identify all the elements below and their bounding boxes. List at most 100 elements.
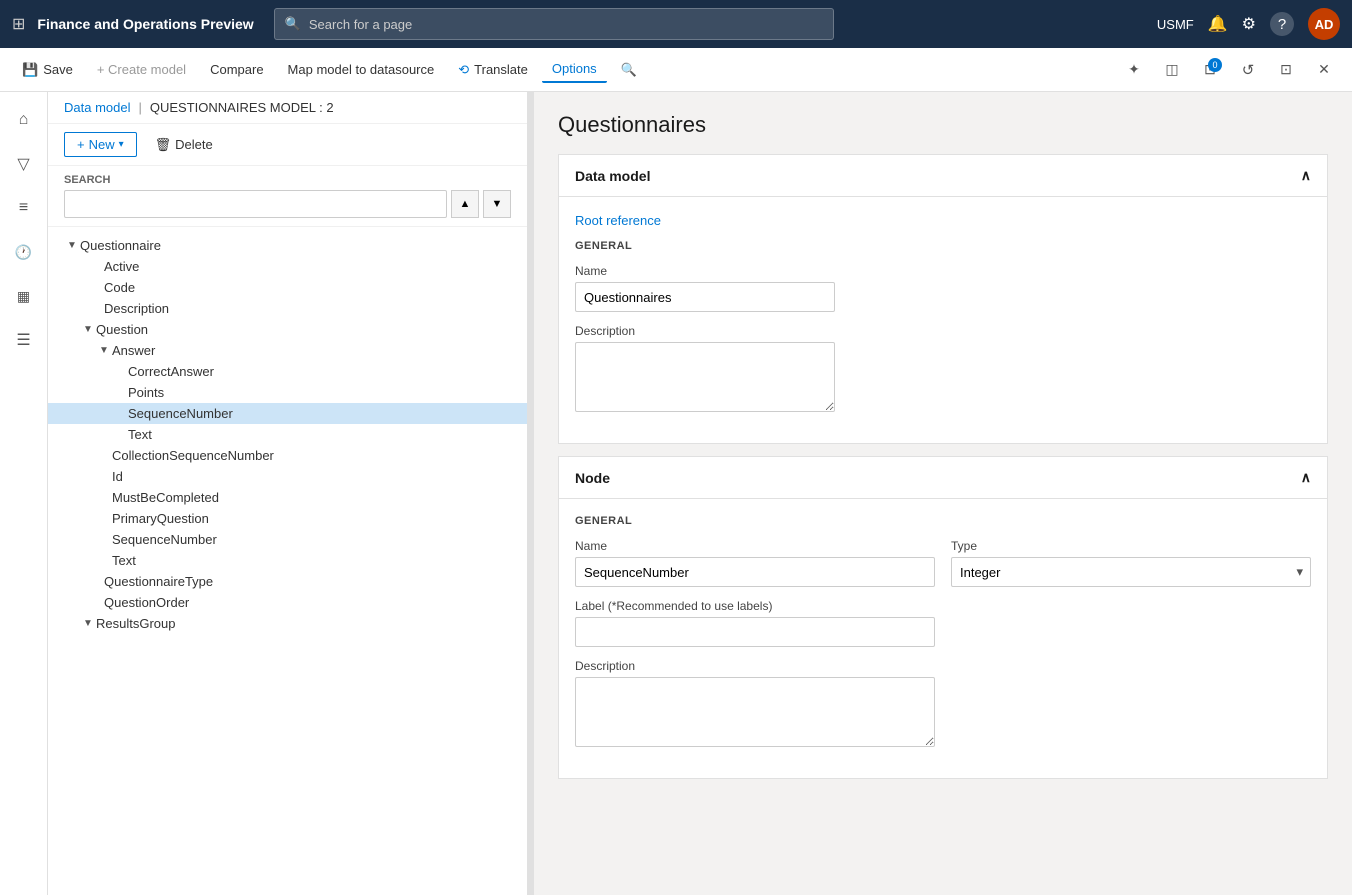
node-right-col: Type Integer String Boolean Real Date Da… — [951, 539, 1311, 762]
search-up-button[interactable]: ▲ — [451, 190, 479, 218]
global-search[interactable]: 🔍 Search for a page — [274, 8, 834, 40]
tree-item-collectionsequencenumber[interactable]: CollectionSequenceNumber — [48, 445, 527, 466]
node-collapse-icon: ∧ — [1301, 469, 1311, 486]
node-section-header[interactable]: Node ∧ — [559, 457, 1327, 499]
node-type-select[interactable]: Integer String Boolean Real Date DateTim… — [951, 557, 1311, 587]
menu-icon-button[interactable]: ≡ — [4, 188, 44, 228]
gear-icon[interactable]: ⚙ — [1242, 14, 1256, 34]
toggle-questionnaire[interactable]: ▼ — [64, 240, 80, 251]
options-button[interactable]: Options — [542, 56, 607, 83]
table-icon-button[interactable]: ▦ — [4, 276, 44, 316]
translate-button[interactable]: ⟲ Translate — [448, 57, 538, 83]
create-model-button[interactable]: + Create model — [87, 57, 196, 82]
node-label-label: Label (*Recommended to use labels) — [575, 599, 935, 613]
data-model-name-group: Name — [575, 264, 1311, 312]
search-placeholder: Search for a page — [309, 17, 412, 32]
toolbar-search-icon: 🔍 — [621, 62, 637, 78]
tree-item-questionnaire[interactable]: ▼ Questionnaire — [48, 235, 527, 256]
toolbar-right-actions: ✦ ◫ ⊡ 0 ↺ ⊡ ✕ — [1118, 54, 1340, 86]
tree-item-question[interactable]: ▼ Question — [48, 319, 527, 340]
map-model-button[interactable]: Map model to datasource — [278, 57, 445, 82]
tree-item-description[interactable]: Description — [48, 298, 527, 319]
node-name-label: Name — [575, 539, 935, 553]
data-model-name-input[interactable] — [575, 282, 835, 312]
tree-item-correctanswer[interactable]: CorrectAnswer — [48, 361, 527, 382]
compare-button[interactable]: Compare — [200, 57, 273, 82]
root-reference-link[interactable]: Root reference — [575, 213, 661, 240]
help-icon[interactable]: ? — [1270, 12, 1294, 36]
node-name-input[interactable] — [575, 557, 935, 587]
close-button[interactable]: ✕ — [1308, 54, 1340, 86]
new-button[interactable]: + New ▾ — [64, 132, 137, 157]
collapse-icon: ∧ — [1301, 167, 1311, 184]
tree-item-text1[interactable]: Text — [48, 424, 527, 445]
breadcrumb-current: QUESTIONNAIRES MODEL : 2 — [150, 100, 334, 115]
node-type-select-wrapper: Integer String Boolean Real Date DateTim… — [951, 557, 1311, 587]
right-panel: Questionnaires Data model ∧ Root referen… — [534, 92, 1352, 895]
tree-item-answer[interactable]: ▼ Answer — [48, 340, 527, 361]
tree-item-resultsgroup[interactable]: ▼ ResultsGroup — [48, 613, 527, 634]
search-label: SEARCH — [64, 174, 511, 186]
search-input-row: ▲ ▼ — [64, 190, 511, 218]
tree-item-sequencenumber-selected[interactable]: SequenceNumber — [48, 403, 527, 424]
tree-item-questionnairetype[interactable]: QuestionnaireType — [48, 571, 527, 592]
save-icon: 💾 — [22, 62, 38, 78]
page-title: Questionnaires — [558, 112, 1328, 138]
user-label: USMF — [1157, 17, 1194, 32]
app-title: Finance and Operations Preview — [37, 16, 253, 32]
tree-item-mustbecompleted[interactable]: MustBeCompleted — [48, 487, 527, 508]
breadcrumb-separator: | — [138, 100, 141, 115]
translate-icon: ⟲ — [458, 62, 469, 78]
search-input[interactable] — [64, 190, 447, 218]
toggle-answer[interactable]: ▼ — [96, 345, 112, 356]
node-description-input[interactable] — [575, 677, 935, 747]
delete-button[interactable]: 🗑 Delete — [145, 133, 223, 157]
toggle-resultsgroup[interactable]: ▼ — [80, 618, 96, 629]
delete-icon: 🗑 — [155, 137, 172, 153]
tree-item-points[interactable]: Points — [48, 382, 527, 403]
tree-item-questionorder[interactable]: QuestionOrder — [48, 592, 527, 613]
tree-item-active[interactable]: Active — [48, 256, 527, 277]
grid-icon[interactable]: ⊞ — [12, 14, 25, 34]
list-icon-button[interactable]: ☰ — [4, 320, 44, 360]
node-left-col: Name Label (*Recommended to use labels) … — [575, 539, 935, 762]
tree-item-text2[interactable]: Text — [48, 550, 527, 571]
node-description-group: Description — [575, 659, 935, 750]
node-general-label: GENERAL — [575, 515, 1311, 527]
tree-item-id[interactable]: Id — [48, 466, 527, 487]
avatar[interactable]: AD — [1308, 8, 1340, 40]
data-model-description-input[interactable] — [575, 342, 835, 412]
node-section: Node ∧ GENERAL Name Label (*Recommended … — [558, 456, 1328, 779]
tree-item-primaryquestion[interactable]: PrimaryQuestion — [48, 508, 527, 529]
toggle-question[interactable]: ▼ — [80, 324, 96, 335]
node-name-group: Name — [575, 539, 935, 587]
puzzle-icon-button[interactable]: ✦ — [1118, 54, 1150, 86]
tree-item-sequencenumber2[interactable]: SequenceNumber — [48, 529, 527, 550]
search-icon: 🔍 — [285, 16, 301, 32]
data-model-section-header[interactable]: Data model ∧ — [559, 155, 1327, 197]
clock-icon-button[interactable]: 🕐 — [4, 232, 44, 272]
search-section: SEARCH ▲ ▼ — [48, 166, 527, 227]
left-panel: Data model | QUESTIONNAIRES MODEL : 2 + … — [48, 92, 528, 895]
home-icon-button[interactable]: ⌂ — [4, 100, 44, 140]
icon-sidebar: ⌂ ▽ ≡ 🕐 ▦ ☰ — [0, 92, 48, 895]
toolbar-search-button[interactable]: 🔍 — [611, 57, 647, 83]
data-model-general-label: GENERAL — [575, 240, 1311, 252]
bell-icon[interactable]: 🔔 — [1208, 14, 1228, 34]
refresh-button[interactable]: ↺ — [1232, 54, 1264, 86]
bookmark-icon-button[interactable]: ◫ — [1156, 54, 1188, 86]
node-label-input[interactable] — [575, 617, 935, 647]
filter-icon-button[interactable]: ▽ — [4, 144, 44, 184]
main-layout: ⌂ ▽ ≡ 🕐 ▦ ☰ Data model | QUESTIONNAIRES … — [0, 92, 1352, 895]
save-button[interactable]: 💾 Save — [12, 57, 83, 83]
node-type-group: Type Integer String Boolean Real Date Da… — [951, 539, 1311, 587]
tree-container: ▼ Questionnaire Active Code Description — [48, 227, 527, 895]
window-button[interactable]: ⊡ — [1270, 54, 1302, 86]
tree-item-code[interactable]: Code — [48, 277, 527, 298]
left-toolbar: + New ▾ 🗑 Delete — [48, 124, 527, 166]
new-chevron-icon: ▾ — [119, 139, 124, 150]
top-nav-right: USMF 🔔 ⚙ ? AD — [1157, 8, 1340, 40]
new-plus-icon: + — [77, 137, 85, 152]
search-down-button[interactable]: ▼ — [483, 190, 511, 218]
breadcrumb-data-model[interactable]: Data model — [64, 100, 130, 115]
